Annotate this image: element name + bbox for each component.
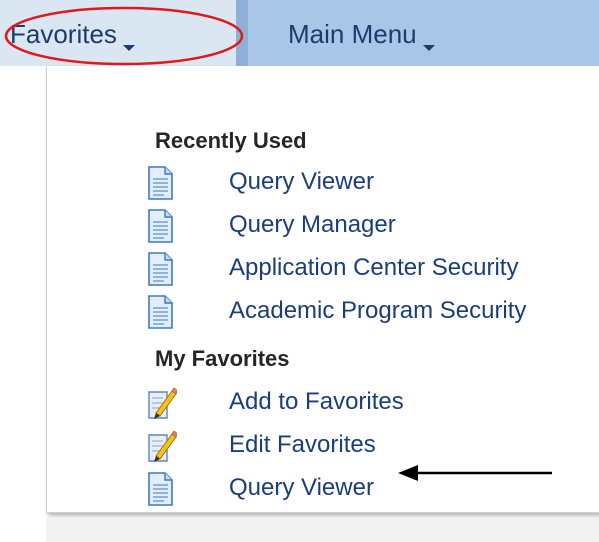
document-icon [147,252,173,286]
recently-used-header: Recently Used [155,128,307,153]
document-icon [147,472,173,506]
item-label[interactable]: Application Center Security [229,254,518,282]
item-label[interactable]: Add to Favorites [229,388,404,416]
document-icon [147,209,173,243]
main-menu-label[interactable]: Main Menu [288,19,435,51]
document-icon [147,295,173,329]
edit-pencil-icon [147,386,177,420]
item-label[interactable]: Query Viewer [229,168,374,196]
document-icon [147,166,173,200]
background-page-strip [46,518,599,542]
chevron-down-icon [422,45,435,51]
edit-pencil-icon [147,429,177,463]
item-label[interactable]: Edit Favorites [229,431,376,459]
main-menu-tab[interactable]: Main Menu [248,0,599,66]
item-label[interactable]: Academic Program Security [229,297,526,325]
annotation-arrow [398,465,552,481]
favorites-dropdown: Recently Used Query Viewer Query Manager… [46,66,599,513]
highlight-circle-annotation [4,6,244,66]
my-favorites-header: My Favorites [155,346,290,371]
item-label[interactable]: Query Manager [229,211,396,239]
item-label[interactable]: Query Viewer [229,474,374,502]
